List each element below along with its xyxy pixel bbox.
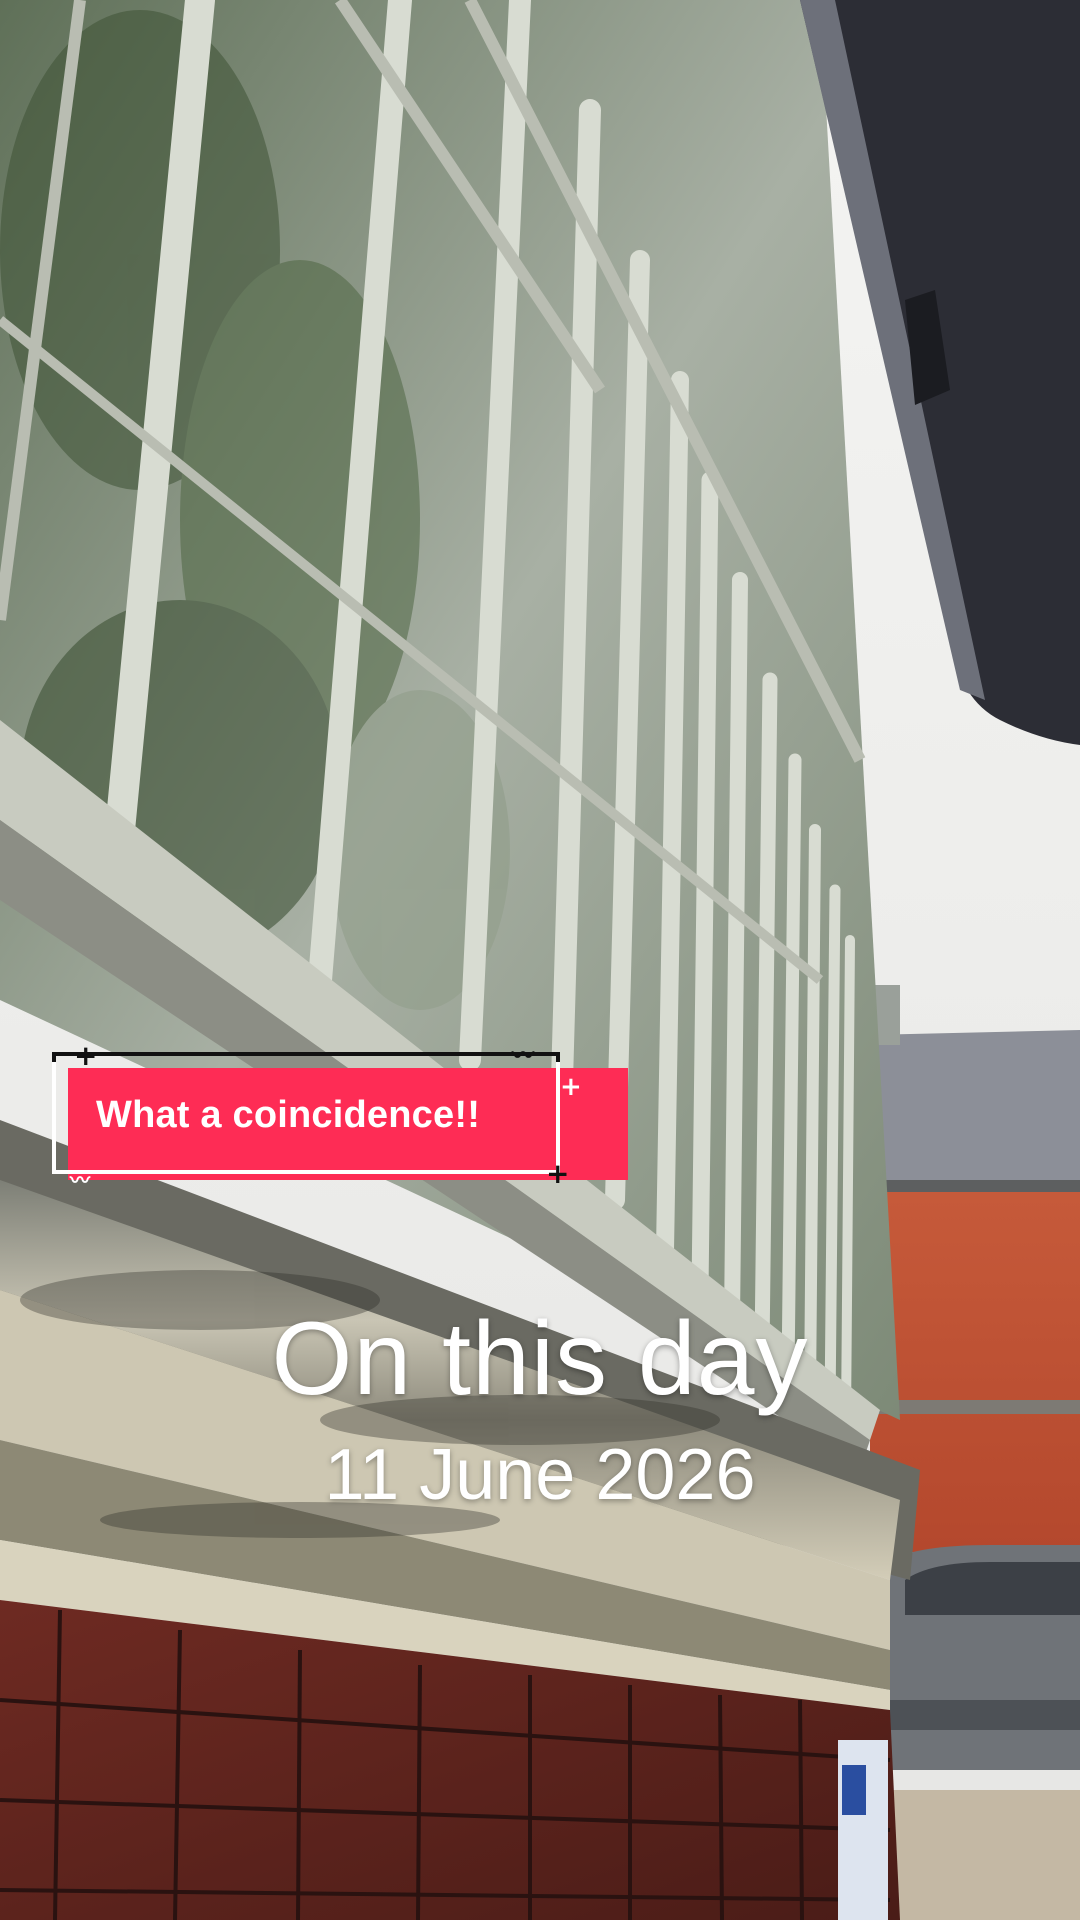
overlay-title: On this day bbox=[271, 1301, 809, 1417]
plus-icon: + bbox=[74, 1039, 98, 1072]
background-scene bbox=[0, 0, 1080, 1920]
plus-icon: + bbox=[546, 1157, 570, 1190]
plus-icon: + bbox=[560, 1072, 582, 1102]
zigzag-icon: 〰 bbox=[512, 1044, 535, 1069]
photo-background bbox=[0, 0, 1080, 1920]
zigzag-icon: 〰 bbox=[70, 1168, 90, 1192]
sticker-what-a-coincidence[interactable]: + 〰 + + 〰 What a coincidence!! bbox=[52, 1042, 628, 1192]
overlay-date: 11 June 2026 bbox=[324, 1435, 756, 1515]
sticker-label: What a coincidence!! bbox=[96, 1094, 481, 1136]
